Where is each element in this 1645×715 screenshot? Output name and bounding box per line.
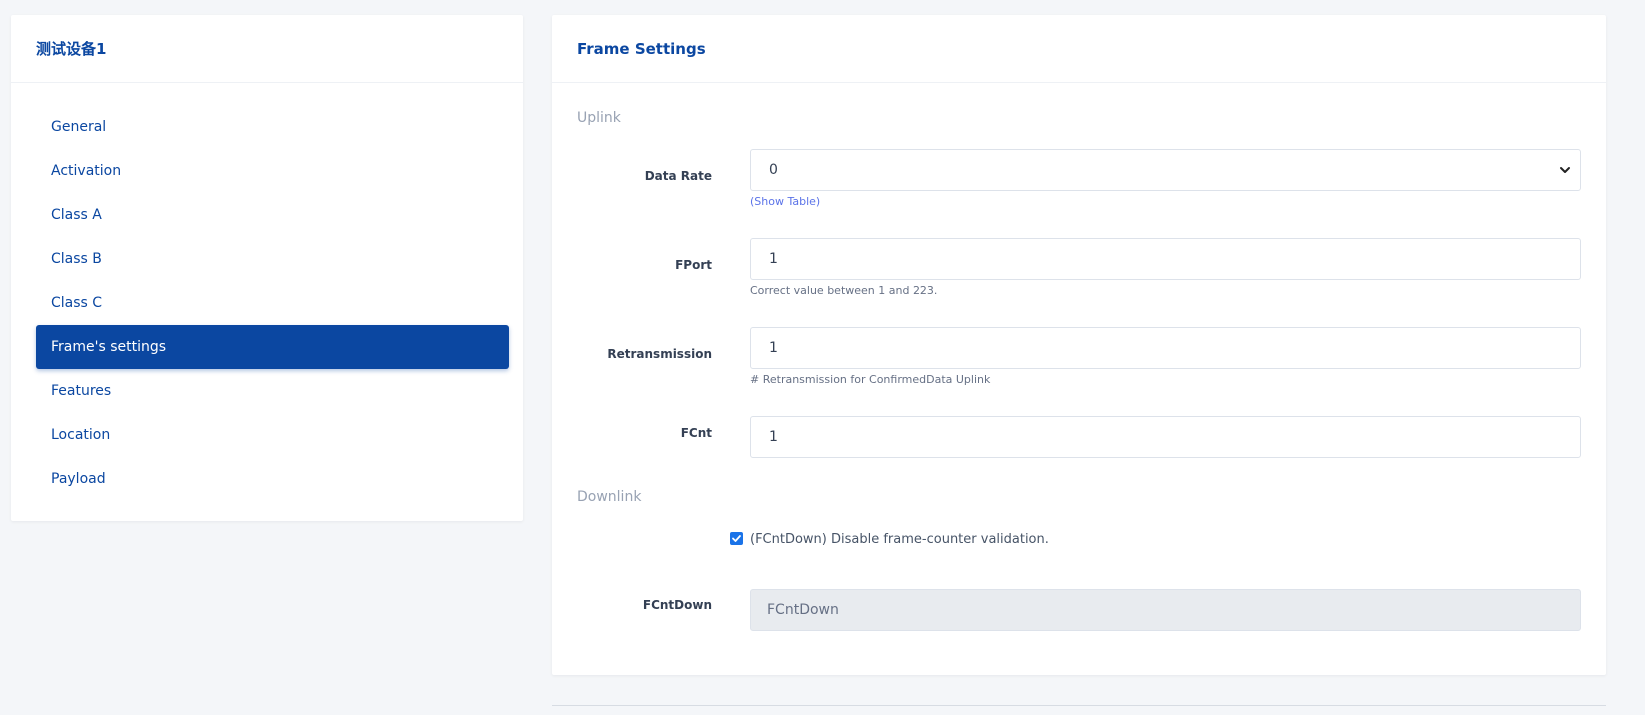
fport-value: 1 [769, 251, 778, 267]
fcnt-input[interactable]: 1 [750, 416, 1581, 458]
device-title: 测试设备1 [36, 40, 107, 58]
fcnt-label: FCnt [680, 426, 712, 440]
device-nav-header: 测试设备1 [11, 15, 523, 83]
data-rate-label: Data Rate [644, 169, 712, 183]
fcntdown-input: FCntDown [750, 589, 1581, 631]
nav-item-general[interactable]: General [36, 105, 509, 149]
fcntdown-placeholder: FCntDown [767, 602, 839, 618]
fcnt-value: 1 [769, 429, 778, 445]
device-nav-card: 测试设备1 General Activation Class A Class B… [11, 15, 523, 521]
device-nav-list: General Activation Class A Class B Class… [36, 105, 509, 501]
nav-item-features[interactable]: Features [36, 369, 509, 413]
nav-item-class-c[interactable]: Class C [36, 281, 509, 325]
fport-label: FPort [675, 258, 712, 272]
retransmission-input[interactable]: 1 [750, 327, 1581, 369]
content-divider [552, 705, 1606, 706]
fport-hint: Correct value between 1 and 223. [750, 284, 938, 297]
disable-fcnt-validation-checkbox[interactable] [730, 532, 743, 545]
fport-input[interactable]: 1 [750, 238, 1581, 280]
check-icon [732, 535, 741, 542]
retransmission-value: 1 [769, 340, 778, 356]
nav-item-class-b[interactable]: Class B [36, 237, 509, 281]
uplink-section-label: Uplink [577, 110, 621, 126]
nav-item-class-a[interactable]: Class A [36, 193, 509, 237]
nav-item-payload[interactable]: Payload [36, 457, 509, 501]
chevron-down-icon [1560, 167, 1570, 173]
disable-fcnt-validation-label[interactable]: (FCntDown) Disable frame-counter validat… [750, 532, 1049, 547]
frame-settings-title: Frame Settings [577, 39, 706, 58]
fcntdown-label: FCntDown [642, 598, 712, 612]
data-rate-value: 0 [769, 162, 778, 178]
retransmission-label: Retransmission [607, 347, 712, 361]
nav-item-frames-settings[interactable]: Frame's settings [36, 325, 509, 369]
nav-item-location[interactable]: Location [36, 413, 509, 457]
frame-settings-card: Frame Settings Uplink Data Rate 0 (Show … [552, 15, 1606, 675]
show-table-link[interactable]: (Show Table) [750, 195, 820, 208]
frame-settings-header: Frame Settings [552, 15, 1606, 83]
data-rate-select[interactable]: 0 [750, 149, 1581, 191]
downlink-section-label: Downlink [577, 489, 642, 505]
nav-item-activation[interactable]: Activation [36, 149, 509, 193]
retransmission-hint: # Retransmission for ConfirmedData Uplin… [750, 373, 991, 386]
